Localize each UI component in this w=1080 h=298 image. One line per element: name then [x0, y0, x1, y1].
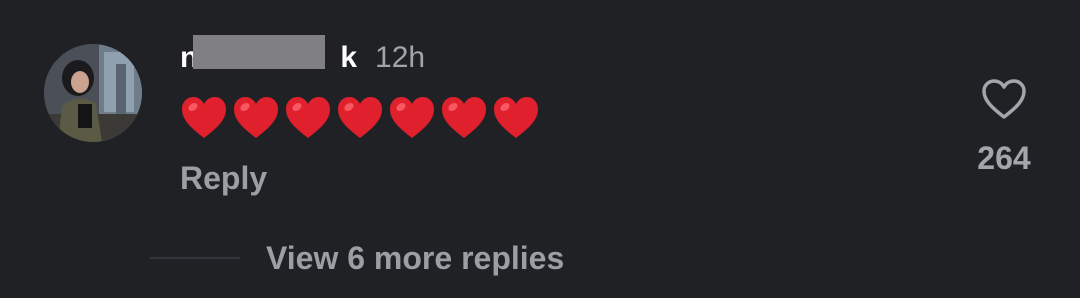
heart-outline-icon[interactable] — [981, 78, 1027, 120]
red-heart-emoji — [286, 97, 330, 138]
comment-item: nk 12h ❤️❤️❤️❤️❤️❤️❤️ Reply 264 View 6 m… — [0, 0, 1080, 298]
view-more-replies-label: View 6 more replies — [266, 239, 565, 276]
red-heart-emoji — [494, 97, 538, 138]
red-heart-emoji — [338, 97, 382, 138]
red-heart-emoji — [442, 97, 486, 138]
red-heart-emoji — [182, 97, 226, 138]
divider-line — [150, 257, 240, 259]
like-count: 264 — [977, 140, 1031, 176]
avatar[interactable] — [44, 44, 142, 142]
timestamp: 12h — [375, 41, 426, 74]
red-heart-emoji — [390, 97, 434, 138]
view-more-replies[interactable]: View 6 more replies — [150, 236, 564, 280]
reply-button[interactable]: Reply — [180, 160, 267, 197]
like-button[interactable]: 264 — [966, 78, 1042, 177]
username-redaction — [193, 35, 325, 69]
comment-text: ❤️❤️❤️❤️❤️❤️❤️ — [181, 96, 539, 140]
username-end: k — [340, 41, 358, 74]
red-heart-emoji — [234, 97, 278, 138]
